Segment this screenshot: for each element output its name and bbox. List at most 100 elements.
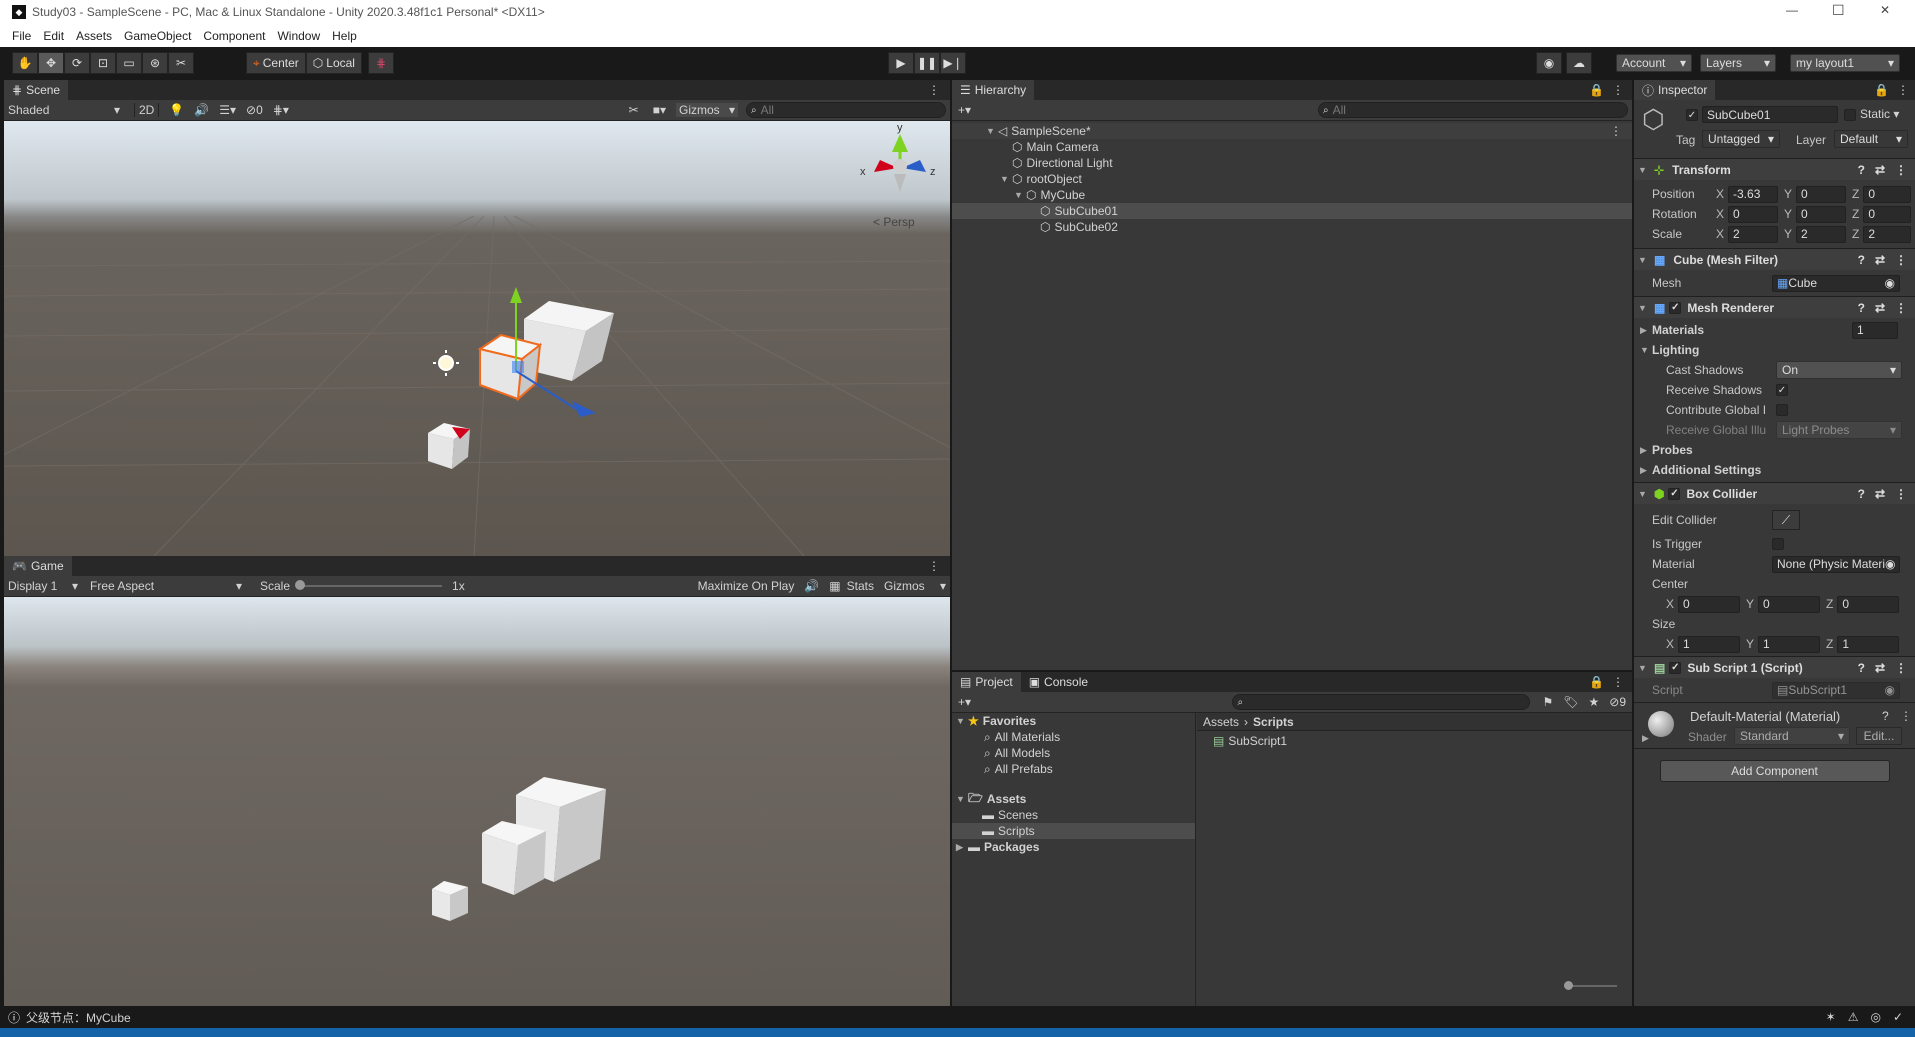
lighting-label[interactable]: Lighting — [1652, 343, 1699, 357]
expand-icon[interactable]: ▶ — [1640, 325, 1652, 336]
more-icon[interactable]: ⋮ — [1897, 83, 1909, 97]
edit-shader-button[interactable]: Edit... — [1856, 727, 1902, 745]
more-icon[interactable]: ⋮ — [928, 559, 940, 573]
aspect-dropdown[interactable]: Free Aspect ▾ — [86, 579, 246, 593]
help-icon[interactable]: ? — [1858, 487, 1865, 501]
cast-shadows-dropdown[interactable]: On ▾ — [1776, 361, 1902, 379]
position-x[interactable]: -3.63 — [1728, 185, 1779, 203]
hierarchy-item[interactable]: ⬡ Directional Light — [952, 155, 1632, 171]
move-tool-icon[interactable]: ✥ — [38, 52, 64, 74]
more-icon[interactable]: ⋮ — [1612, 83, 1624, 97]
progress-icon[interactable]: ◎ — [1870, 1010, 1880, 1024]
zoom-slider[interactable] — [1564, 981, 1617, 990]
edit-collider-button[interactable]: ⟋ — [1772, 510, 1800, 530]
game-viewport[interactable] — [4, 597, 950, 1006]
probes-label[interactable]: Probes — [1652, 443, 1693, 457]
maximize-on-play-button[interactable]: Maximize On Play — [698, 579, 795, 593]
receive-shadows-checkbox[interactable]: ✓ — [1776, 384, 1788, 396]
mesh-renderer-header[interactable]: ▼ ▦ ✓ Mesh Renderer? ⇄ ⋮ — [1634, 296, 1915, 318]
create-button[interactable]: +▾ — [958, 103, 971, 117]
camera-icon[interactable]: ■▾ — [653, 103, 666, 117]
visibility-icon[interactable]: ⊘ — [246, 103, 256, 117]
tools-icon[interactable]: ✂ — [629, 103, 639, 117]
hand-tool-icon[interactable]: ✋ — [12, 52, 38, 74]
help-icon[interactable]: ? — [1858, 301, 1865, 315]
more-icon[interactable]: ⋮ — [1612, 675, 1624, 689]
size-x[interactable]: 1 — [1678, 635, 1741, 653]
size-z[interactable]: 1 — [1837, 635, 1900, 653]
collapse-icon[interactable]: ▼ — [1640, 345, 1652, 355]
sun-icon[interactable] — [433, 350, 459, 376]
rotation-z[interactable]: 0 — [1863, 205, 1912, 223]
debug-icon[interactable]: ⚠ — [1848, 1010, 1859, 1024]
display-dropdown[interactable]: Display 1 ▾ — [4, 579, 82, 593]
persp-label[interactable]: < Persp — [873, 215, 915, 229]
selected-cube[interactable] — [477, 333, 543, 402]
transform-header[interactable]: ▼ ⊹ Transform? ⇄ ⋮ — [1634, 158, 1915, 180]
collab-icon[interactable]: ◉ — [1536, 52, 1562, 74]
tab-scene[interactable]: ⋕ Scene — [4, 80, 69, 100]
size-y[interactable]: 1 — [1758, 635, 1821, 653]
materials-count[interactable]: 1 — [1852, 321, 1898, 339]
favorite-star-icon[interactable]: ★ — [1588, 695, 1599, 709]
menu-assets[interactable]: Assets — [76, 29, 112, 43]
object-picker-icon[interactable]: ◉ — [1885, 276, 1895, 290]
add-component-button[interactable]: Add Component — [1659, 759, 1890, 782]
hierarchy-item[interactable]: ⬡ Main Camera — [952, 139, 1632, 155]
preset-icon[interactable]: ⇄ — [1875, 487, 1885, 501]
mute-icon[interactable]: 🔊 — [804, 579, 819, 593]
packages-row[interactable]: ▶ ▬ Packages — [952, 839, 1195, 855]
project-search-input[interactable]: ⌕ — [1232, 694, 1531, 710]
center-z[interactable]: 0 — [1837, 595, 1900, 613]
enabled-checkbox[interactable]: ✓ — [1669, 301, 1682, 314]
layout-dropdown[interactable]: my layout1 ▾ — [1790, 54, 1900, 72]
expand-icon[interactable]: ▼ — [956, 794, 968, 804]
scale-y[interactable]: 2 — [1796, 225, 1847, 243]
more-icon[interactable]: ⋮ — [1895, 301, 1907, 315]
tag-dropdown[interactable]: Untagged ▾ — [1702, 130, 1780, 148]
pivot-local-button[interactable]: ⬡ Local — [305, 52, 362, 74]
materials-label[interactable]: Materials — [1652, 323, 1852, 337]
tab-project[interactable]: ▤ Project — [952, 672, 1021, 692]
scale-tool-icon[interactable]: ⊡ — [90, 52, 116, 74]
more-icon[interactable]: ⋮ — [1895, 661, 1907, 675]
breadcrumb-current[interactable]: Scripts — [1253, 715, 1294, 729]
object-name-field[interactable]: SubCube01 — [1702, 106, 1838, 123]
shader-dropdown[interactable]: Standard ▾ — [1734, 727, 1850, 745]
center-x[interactable]: 0 — [1678, 595, 1741, 613]
favorite-item[interactable]: ⌕ All Prefabs — [952, 761, 1195, 777]
scene-row[interactable]: ▼ ◁ SampleScene* ⋮ — [952, 123, 1632, 139]
hierarchy-item-selected[interactable]: ⬡ SubCube01 — [952, 203, 1632, 219]
mesh-field[interactable]: ▦Cube ◉ — [1772, 274, 1900, 292]
tab-game[interactable]: 🎮 Game — [4, 556, 72, 576]
object-picker-icon[interactable]: ◉ — [1885, 557, 1895, 571]
shading-dropdown[interactable]: Shaded ▾ — [4, 103, 124, 117]
folder-item[interactable]: ▬ Scenes — [952, 807, 1195, 823]
breadcrumb-root[interactable]: Assets — [1203, 715, 1239, 729]
preset-icon[interactable]: ⇄ — [1875, 661, 1885, 675]
pivot-center-button[interactable]: ⌖ Center — [246, 52, 306, 74]
static-checkbox[interactable] — [1844, 109, 1856, 121]
menu-gameobject[interactable]: GameObject — [124, 29, 191, 43]
physic-material-field[interactable]: None (Physic Materi ◉ — [1772, 555, 1900, 573]
preset-icon[interactable]: ⇄ — [1875, 301, 1885, 315]
is-trigger-checkbox[interactable] — [1772, 538, 1784, 550]
mesh-filter-header[interactable]: ▼ ▦ Cube (Mesh Filter)? ⇄ ⋮ — [1634, 248, 1915, 270]
more-icon[interactable]: ⋮ — [1610, 124, 1622, 138]
additional-settings-label[interactable]: Additional Settings — [1652, 463, 1761, 477]
preset-icon[interactable]: ⇄ — [1875, 253, 1885, 267]
minimize-button[interactable]: — — [1786, 3, 1798, 17]
filter-type-icon[interactable]: ⚑ — [1542, 695, 1553, 709]
lighting-icon[interactable]: 💡 — [169, 103, 184, 117]
more-icon[interactable]: ⋮ — [928, 83, 940, 97]
expand-icon[interactable]: ▶ — [956, 842, 968, 853]
play-icon[interactable]: ▶ — [888, 52, 914, 74]
mode-2d-button[interactable]: 2D — [134, 103, 160, 117]
lock-icon[interactable]: 🔒 — [1589, 675, 1604, 689]
position-z[interactable]: 0 — [1863, 185, 1912, 203]
expand-icon[interactable]: ▼ — [1000, 174, 1012, 184]
grid-toggle-icon[interactable]: ⋕▾ — [273, 103, 289, 117]
custom-tool-icon[interactable]: ✂ — [168, 52, 194, 74]
tab-hierarchy[interactable]: ☰ Hierarchy — [952, 80, 1035, 100]
file-item[interactable]: ▤ SubScript1 — [1197, 733, 1632, 749]
